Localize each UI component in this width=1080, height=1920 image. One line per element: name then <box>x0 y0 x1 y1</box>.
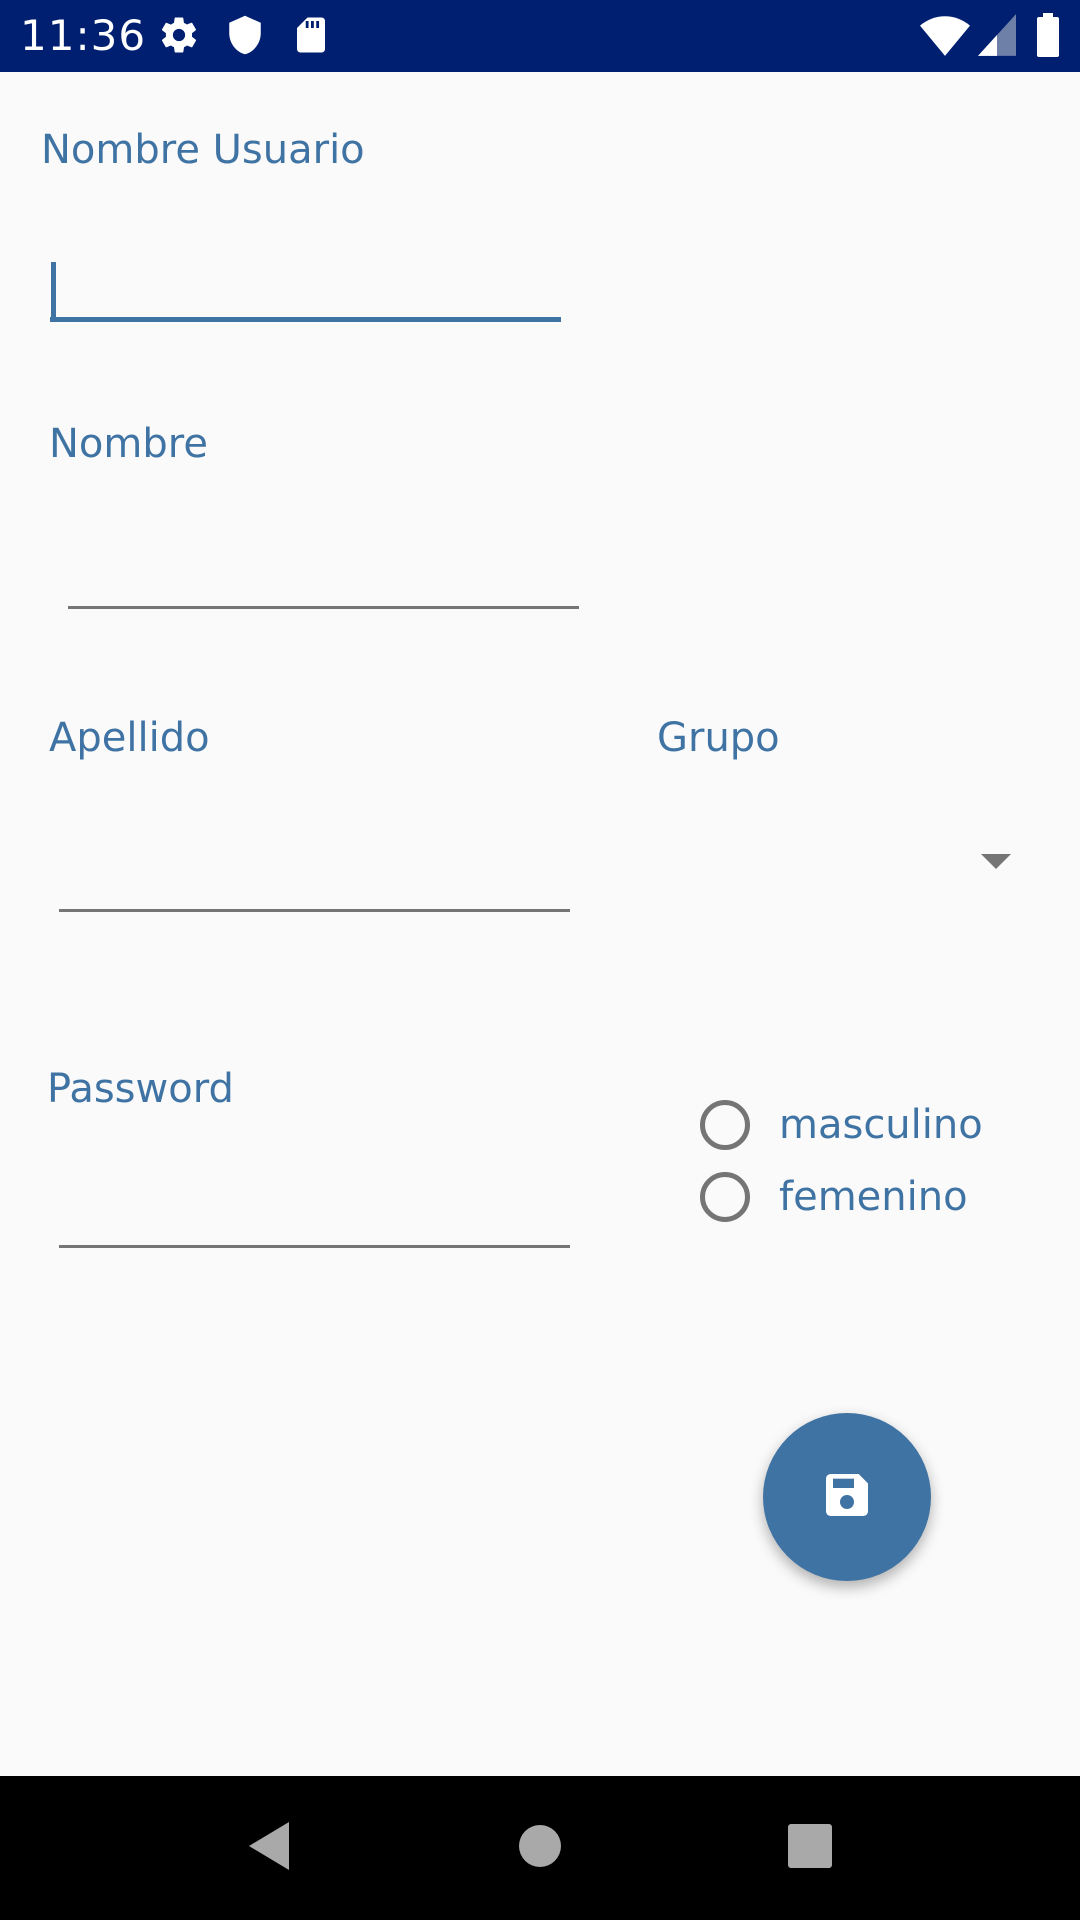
group-label: Grupo <box>657 715 780 761</box>
sd-card-icon <box>290 14 332 61</box>
home-button[interactable] <box>490 1798 590 1898</box>
back-icon <box>245 1820 293 1877</box>
username-label: Nombre Usuario <box>41 127 365 173</box>
radio-circle <box>700 1100 750 1150</box>
dropdown-arrow-icon <box>981 854 1011 869</box>
radio-label-femenino: femenino <box>779 1174 968 1220</box>
save-button[interactable] <box>763 1413 931 1581</box>
radio-label-masculino: masculino <box>779 1102 983 1148</box>
password-label: Password <box>47 1066 234 1112</box>
gear-icon <box>158 14 200 61</box>
recents-icon <box>787 1823 833 1874</box>
recents-button[interactable] <box>760 1798 860 1898</box>
name-label: Nombre <box>49 421 208 467</box>
cell-signal-icon <box>978 14 1016 61</box>
lastname-field[interactable] <box>59 852 570 912</box>
wifi-icon <box>920 12 970 63</box>
name-field[interactable] <box>68 549 579 609</box>
radio-circle <box>700 1172 750 1222</box>
text-cursor <box>51 262 56 320</box>
home-icon <box>518 1824 562 1873</box>
status-time: 11:36 <box>20 11 147 60</box>
back-button[interactable] <box>219 1798 319 1898</box>
navigation-bar <box>0 1776 1080 1920</box>
status-bar: 11:36 <box>0 0 1080 72</box>
battery-icon <box>1036 12 1060 63</box>
radio-femenino[interactable]: femenino <box>700 1166 968 1228</box>
shield-icon <box>224 14 266 61</box>
username-field[interactable] <box>50 262 561 322</box>
lastname-label: Apellido <box>49 715 210 761</box>
group-spinner[interactable] <box>655 790 1025 930</box>
radio-masculino[interactable]: masculino <box>700 1094 983 1156</box>
save-icon <box>819 1467 875 1528</box>
password-field[interactable] <box>59 1188 570 1248</box>
